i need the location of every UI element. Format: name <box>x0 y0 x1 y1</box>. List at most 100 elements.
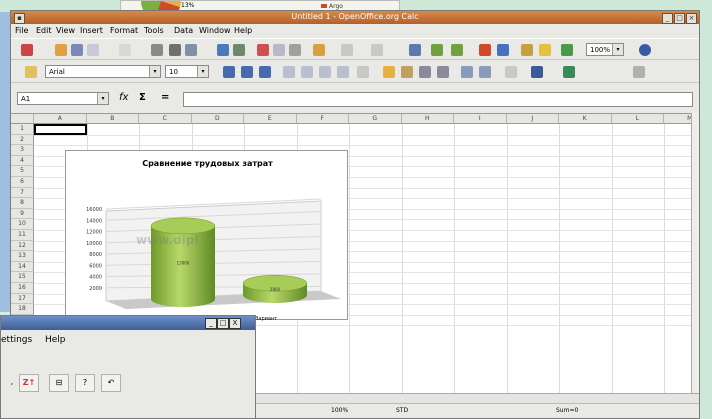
merge-cells-icon[interactable] <box>357 66 369 78</box>
row-header-18[interactable]: 18 <box>11 304 34 315</box>
dialog-menu-help[interactable]: Help <box>45 335 66 345</box>
increase-indent-icon[interactable] <box>479 66 491 78</box>
select-all-corner[interactable] <box>11 114 34 124</box>
add-decimal-icon[interactable] <box>437 66 449 78</box>
currency-format-icon[interactable] <box>383 66 395 78</box>
vertical-scrollbar[interactable] <box>691 113 699 393</box>
embedded-chart[interactable]: Сравнение трудовых затрат 13000 2800 1600… <box>65 150 348 320</box>
row-header-3[interactable]: 3 <box>11 145 34 156</box>
sort-descending-icon[interactable] <box>451 44 463 56</box>
insert-chart-icon[interactable] <box>479 44 491 56</box>
spellcheck-icon[interactable] <box>217 44 229 56</box>
status-mode[interactable]: STD <box>396 407 408 414</box>
row-header-13[interactable]: 13 <box>11 251 34 262</box>
autospell-icon[interactable] <box>233 44 245 56</box>
percent-format-icon[interactable] <box>401 66 413 78</box>
save-icon[interactable] <box>71 44 83 56</box>
sum-icon[interactable]: Σ <box>139 92 146 103</box>
column-header-l[interactable]: L <box>611 114 664 124</box>
font-size-box[interactable]: 10 ▾ <box>165 65 209 78</box>
namebox-dropdown-icon[interactable]: ▾ <box>97 93 108 104</box>
column-header-i[interactable]: I <box>454 114 507 124</box>
toolbar-options-icon[interactable] <box>633 66 645 78</box>
row-header-1[interactable]: 1 <box>11 124 34 135</box>
menu-data[interactable]: Data <box>174 26 193 35</box>
row-header-4[interactable]: 4 <box>11 155 34 167</box>
column-header-j[interactable]: J <box>506 114 559 124</box>
redo-icon[interactable] <box>371 44 383 56</box>
new-doc-icon[interactable] <box>21 44 33 56</box>
menu-insert[interactable]: Insert <box>80 26 103 35</box>
print-icon[interactable] <box>169 44 181 56</box>
column-header-k[interactable]: K <box>559 114 612 124</box>
active-cell-a1[interactable] <box>34 124 87 135</box>
row-header-11[interactable]: 11 <box>11 230 34 241</box>
bold-icon[interactable] <box>223 66 235 78</box>
status-zoom[interactable]: 100% <box>331 407 348 414</box>
column-header-b[interactable]: B <box>86 114 139 124</box>
draw-functions-icon[interactable] <box>497 44 509 56</box>
close-icon[interactable]: × <box>686 13 697 24</box>
menu-view[interactable]: View <box>56 26 75 35</box>
row-header-14[interactable]: 14 <box>11 261 34 273</box>
menu-help[interactable]: Help <box>234 26 252 35</box>
format-paintbrush-icon[interactable] <box>313 44 325 56</box>
column-header-e[interactable]: E <box>244 114 297 124</box>
column-header-a[interactable]: A <box>34 114 87 124</box>
column-header-c[interactable]: C <box>139 114 192 124</box>
edit-file-icon[interactable] <box>119 44 131 56</box>
maximize-icon[interactable]: □ <box>674 13 685 24</box>
row-header-12[interactable]: 12 <box>11 240 34 252</box>
column-header-g[interactable]: G <box>349 114 402 124</box>
borders-icon[interactable] <box>505 66 517 78</box>
font-name-box[interactable]: Arial ▾ <box>45 65 161 78</box>
find-icon[interactable]: ⊟ <box>49 374 69 392</box>
dialog-maximize-icon[interactable]: □ <box>217 318 229 329</box>
row-header-6[interactable]: 6 <box>11 177 34 188</box>
row-header-5[interactable]: 5 <box>11 166 34 177</box>
font-dropdown-icon[interactable]: ▾ <box>149 66 160 77</box>
undo-arrow-icon[interactable]: ↶ <box>101 374 121 392</box>
sort-za-icon[interactable]: Z↑ <box>19 374 39 392</box>
formula-input[interactable] <box>183 92 693 107</box>
justify-icon[interactable] <box>337 66 349 78</box>
row-header-10[interactable]: 10 <box>11 219 34 230</box>
align-left-icon[interactable] <box>283 66 295 78</box>
hyperlink-icon[interactable] <box>409 44 421 56</box>
print-preview-icon[interactable] <box>185 44 197 56</box>
stylist-icon[interactable] <box>25 66 37 78</box>
function-icon[interactable]: = <box>161 92 169 103</box>
italic-icon[interactable] <box>241 66 253 78</box>
row-header-17[interactable]: 17 <box>11 293 34 305</box>
email-icon[interactable] <box>87 44 99 56</box>
column-header-d[interactable]: D <box>191 114 244 124</box>
name-box[interactable]: A1 ▾ <box>17 92 109 105</box>
open-folder-icon[interactable] <box>55 44 67 56</box>
row-header-7[interactable]: 7 <box>11 187 34 199</box>
menu-tools[interactable]: Tools <box>144 26 164 35</box>
column-header-f[interactable]: F <box>296 114 349 124</box>
decrease-indent-icon[interactable] <box>461 66 473 78</box>
column-header-m[interactable]: M <box>664 114 691 124</box>
row-header-15[interactable]: 15 <box>11 272 34 283</box>
dialog-minimize-icon[interactable]: _ <box>205 318 217 329</box>
row-header-2[interactable]: 2 <box>11 134 34 146</box>
function-wizard-icon[interactable]: fx <box>119 92 128 103</box>
cut-icon[interactable] <box>257 44 269 56</box>
help-icon[interactable] <box>639 44 651 56</box>
export-pdf-icon[interactable] <box>151 44 163 56</box>
sort-ascending-icon[interactable] <box>431 44 443 56</box>
background-color-icon[interactable] <box>531 66 543 78</box>
zoom-select[interactable]: 100% ▾ <box>586 43 624 56</box>
dialog-menu-settings[interactable]: ettings <box>1 335 32 345</box>
dialog-close-icon[interactable]: X <box>229 318 241 329</box>
standard-format-icon[interactable] <box>419 66 431 78</box>
menu-edit[interactable]: Edit <box>36 26 52 35</box>
menu-file[interactable]: File <box>15 26 28 35</box>
row-header-16[interactable]: 16 <box>11 283 34 294</box>
dialog-title-bar[interactable]: _ □ X <box>1 316 255 330</box>
title-bar[interactable]: ▪ Untitled 1 - OpenOffice.org Calc _ □ × <box>11 11 699 24</box>
minimize-icon[interactable]: _ <box>662 13 673 24</box>
help-tip-icon[interactable]: ? <box>75 374 95 392</box>
column-header-h[interactable]: H <box>401 114 454 124</box>
